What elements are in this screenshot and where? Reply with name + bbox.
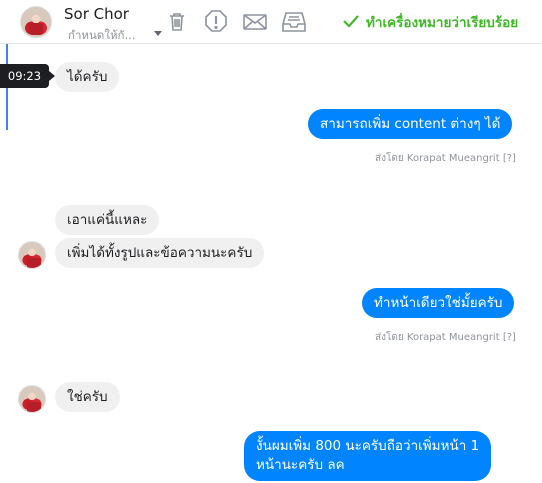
mark-done-label: ทำเครื่องหมายว่าเรียบร้อย [366, 15, 519, 31]
message-bubble-outgoing[interactable]: งั้นผมเพิ่ม 800 นะครับถือว่าเพิ่มหน้า 1 … [244, 431, 492, 481]
envelope-icon[interactable] [242, 9, 268, 35]
message-bubble-outgoing[interactable]: สามารถเพิ่ม content ต่างๆ ได้ [308, 109, 513, 139]
message-bubble-incoming[interactable]: เอาแค่นี้แหละ [55, 205, 160, 235]
message-bubble-incoming[interactable]: ใช่ครับ [55, 382, 120, 412]
sent-by-text: ส่งโดย Korapat Mueangrit [375, 332, 500, 343]
message-line: หน้านะครับ ลค [256, 457, 345, 473]
contact-avatar[interactable] [20, 6, 52, 38]
sent-by-label: ส่งโดย Korapat Mueangrit [?] [375, 151, 516, 166]
message-line: งั้นผมเพิ่ม 800 นะครับถือว่าเพิ่มหน้า 1 [256, 438, 480, 454]
sender-avatar[interactable] [18, 385, 46, 413]
help-link[interactable]: [?] [503, 153, 516, 164]
trash-icon[interactable] [164, 9, 190, 35]
timestamp-tooltip: 09:23 [0, 64, 55, 88]
sender-avatar[interactable] [18, 241, 46, 269]
conversation-header: Sor Chor กำหนดให้กั... ทำเครื่องหมายว่าเ… [0, 0, 542, 44]
chevron-down-icon[interactable] [154, 31, 162, 36]
checkmark-icon [342, 12, 360, 34]
sent-by-label: ส่งโดย Korapat Mueangrit [?] [375, 330, 516, 345]
sent-by-text: ส่งโดย Korapat Mueangrit [375, 153, 500, 164]
contact-name[interactable]: Sor Chor [64, 5, 129, 23]
message-bubble-incoming[interactable]: เพิ่มได้ทั้งรูปและข้อความนะครับ [55, 238, 265, 268]
exclamation-icon[interactable] [203, 9, 229, 35]
archive-icon[interactable] [281, 9, 307, 35]
assign-label[interactable]: กำหนดให้กั... [68, 27, 135, 45]
message-bubble-outgoing[interactable]: ทำหน้าเดียวใช่มั้ยครับ [362, 288, 515, 318]
help-link[interactable]: [?] [503, 332, 516, 343]
mark-done-button[interactable]: ทำเครื่องหมายว่าเรียบร้อย [342, 11, 518, 34]
message-bubble-incoming[interactable]: ได้ครับ [55, 62, 120, 92]
